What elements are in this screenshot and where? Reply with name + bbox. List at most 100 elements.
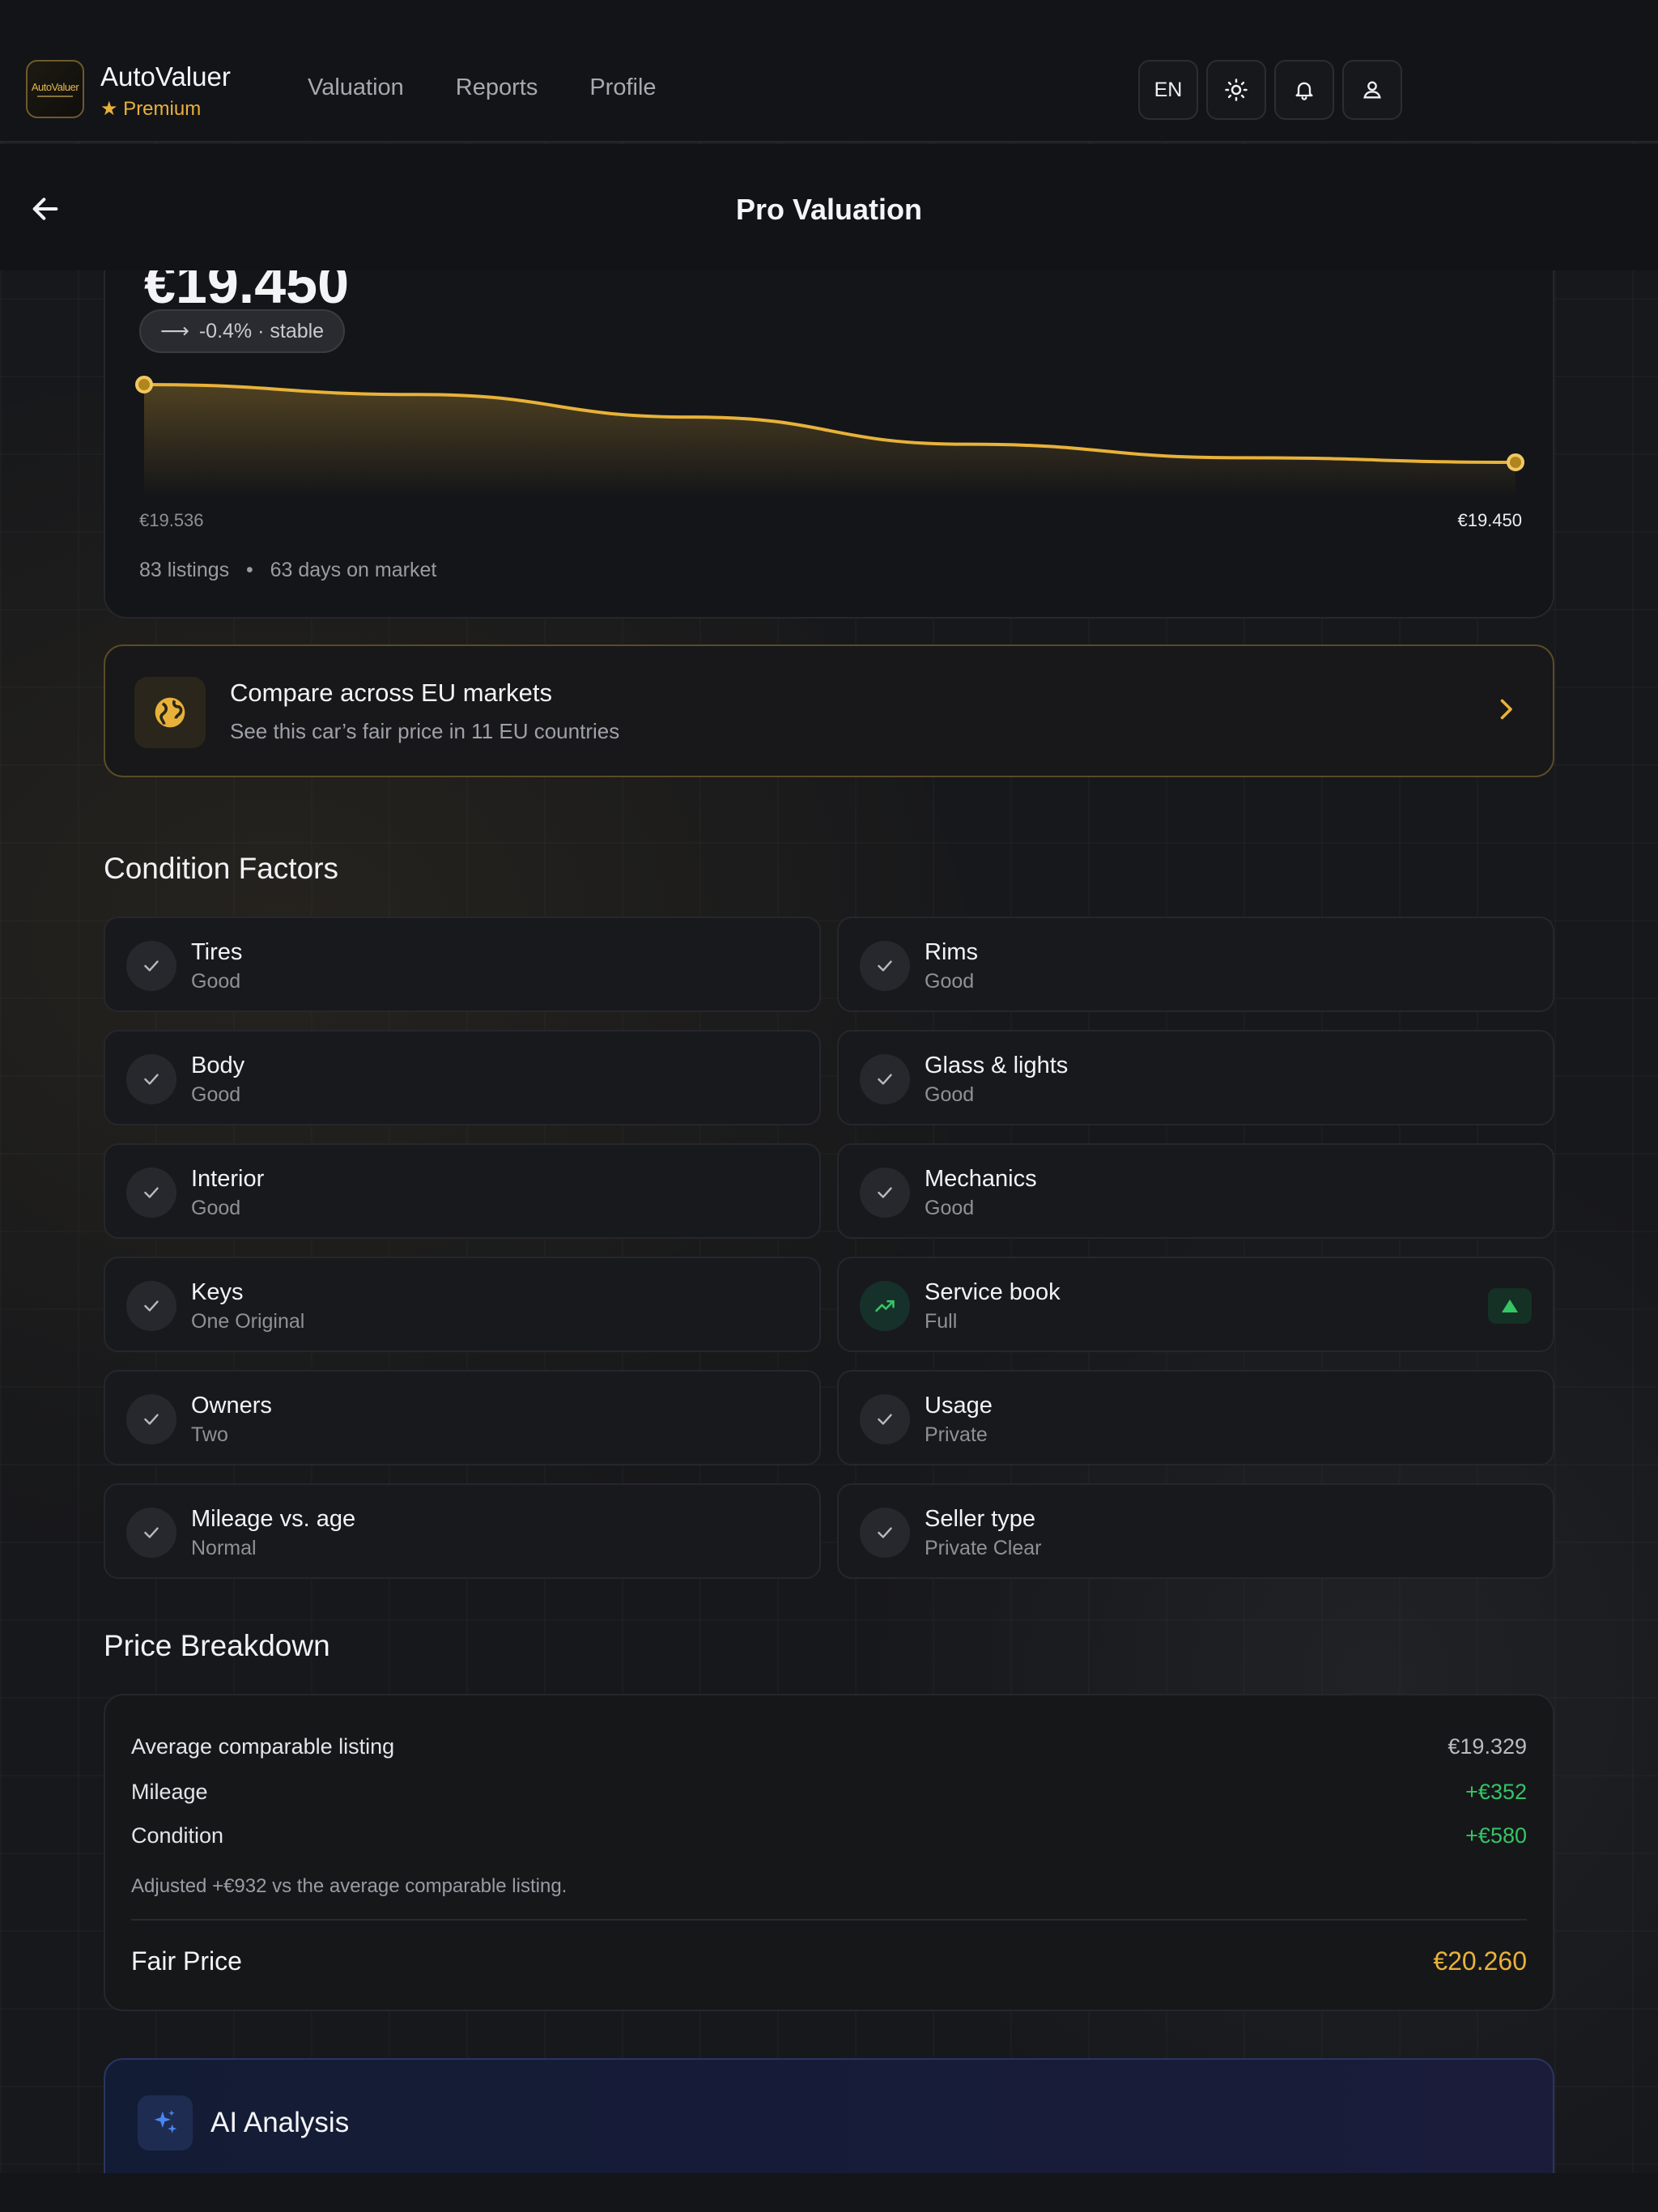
- condition-factor-card: Glass & lights Good: [837, 1030, 1554, 1125]
- condition-factor-value: Good: [925, 970, 975, 993]
- fair-price-value: €20.260: [1433, 1946, 1527, 1976]
- condition-factor-value: Good: [191, 970, 241, 993]
- nav-links: Valuation Reports Profile: [308, 74, 657, 101]
- sun-icon: [1225, 79, 1248, 101]
- price-breakdown-card: Average comparable listing €19.329 Milea…: [104, 1694, 1554, 2011]
- stats-separator: •: [235, 559, 265, 581]
- condition-factor-name: Rims: [925, 939, 979, 965]
- condition-factor-card: Seller type Private Clear: [837, 1483, 1554, 1579]
- price-trend-card: €19.450 ⟶ -0.4% · stable €19.536 €19.450…: [104, 227, 1554, 619]
- condition-factor-value: One Original: [191, 1310, 305, 1333]
- condition-factor-value: Good: [191, 1197, 241, 1219]
- breakdown-row-label: Condition: [131, 1823, 224, 1848]
- condition-factor-name: Tires: [191, 939, 243, 965]
- condition-factor-card: Service book Full: [837, 1257, 1554, 1352]
- condition-factor-name: Keys: [191, 1279, 244, 1305]
- globe-icon: [134, 677, 206, 748]
- condition-factor-card: Usage Private: [837, 1370, 1554, 1465]
- trend-badge: ⟶ -0.4% · stable: [139, 309, 346, 353]
- user-icon: [1363, 81, 1381, 99]
- breakdown-row-value: €19.329: [1448, 1734, 1527, 1759]
- nav-actions: EN: [1138, 60, 1402, 120]
- condition-factor-value: Private: [925, 1423, 988, 1446]
- premium-badge: ★ Premium: [100, 98, 202, 120]
- check-icon: [126, 941, 176, 991]
- breakdown-row: Condition +€580: [131, 1823, 1527, 1848]
- logo-underline: [37, 96, 73, 97]
- condition-factor-value: Full: [925, 1310, 958, 1333]
- condition-factor-card: Tires Good: [104, 917, 821, 1012]
- check-icon: [860, 1394, 910, 1444]
- breakdown-row-label: Mileage: [131, 1780, 208, 1804]
- price-breakdown-title: Price Breakdown: [104, 1629, 330, 1662]
- condition-factor-name: Glass & lights: [925, 1053, 1069, 1078]
- triangle-up-icon: [1488, 1288, 1532, 1324]
- check-icon: [126, 1168, 176, 1218]
- compare-eu-markets-card[interactable]: Compare across EU markets See this car’s…: [104, 644, 1554, 777]
- check-icon: [860, 941, 910, 991]
- condition-factor-name: Mechanics: [925, 1166, 1037, 1192]
- condition-factor-value: Good: [925, 1083, 975, 1106]
- notifications-button[interactable]: [1274, 60, 1334, 120]
- ai-analysis-title: AI Analysis: [210, 2107, 350, 2138]
- language-button[interactable]: EN: [1138, 60, 1198, 120]
- condition-factor-name: Body: [191, 1053, 245, 1078]
- condition-factor-name: Service book: [925, 1279, 1061, 1305]
- breakdown-row-value: +€352: [1465, 1780, 1527, 1804]
- nav-link-profile[interactable]: Profile: [589, 74, 656, 101]
- condition-factor-card: Owners Two: [104, 1370, 821, 1465]
- days-on-market: 63 days on market: [270, 559, 437, 581]
- condition-factor-name: Owners: [191, 1393, 272, 1419]
- page-title: Pro Valuation: [735, 193, 923, 226]
- condition-factor-value: Good: [191, 1083, 241, 1106]
- condition-factor-card: Body Good: [104, 1030, 821, 1125]
- trend-end-point: [1507, 453, 1524, 471]
- trend-start-point: [135, 376, 153, 393]
- theme-toggle-button[interactable]: [1206, 60, 1266, 120]
- nav-link-reports[interactable]: Reports: [456, 74, 538, 101]
- page-header: Pro Valuation: [0, 144, 1658, 270]
- chevron-right-icon: [1500, 699, 1512, 720]
- breakdown-row-value: +€580: [1465, 1823, 1527, 1848]
- bell-icon: [1295, 82, 1313, 100]
- ai-analysis-card[interactable]: AI Analysis: [104, 2058, 1554, 2173]
- condition-factors-title: Condition Factors: [104, 852, 338, 885]
- condition-factor-name: Mileage vs. age: [191, 1506, 356, 1532]
- fair-price-label: Fair Price: [131, 1946, 242, 1976]
- divider: [131, 1919, 1527, 1921]
- condition-factor-card: Mileage vs. age Normal: [104, 1483, 821, 1579]
- check-icon: [126, 1281, 176, 1331]
- condition-factor-card: Rims Good: [837, 917, 1554, 1012]
- app-name: AutoValuer: [100, 62, 231, 91]
- fair-price-row: Fair Price €20.260: [131, 1946, 1527, 1976]
- condition-factor-name: Interior: [191, 1166, 265, 1192]
- check-icon: [126, 1054, 176, 1104]
- arrow-right-icon: ⟶: [160, 320, 189, 342]
- trend-end-label: €19.450: [1457, 510, 1522, 530]
- compare-title: Compare across EU markets: [230, 678, 552, 707]
- sparkles-icon: [138, 2095, 193, 2150]
- price-trend-chart: [135, 376, 1524, 498]
- trend-badge-label: -0.4% · stable: [198, 319, 325, 342]
- bottom-bar: [0, 2173, 1658, 2212]
- breakdown-row-label: Average comparable listing: [131, 1734, 395, 1759]
- condition-factor-value: Good: [925, 1197, 975, 1219]
- condition-factor-value: Normal: [191, 1537, 257, 1559]
- condition-factor-name: Seller type: [925, 1506, 1036, 1532]
- logo-text: AutoValuer: [31, 81, 79, 93]
- check-icon: [126, 1394, 176, 1444]
- condition-factor-value: Two: [191, 1423, 228, 1446]
- app-logo[interactable]: AutoValuer: [26, 60, 84, 118]
- check-icon: [126, 1508, 176, 1558]
- nav-link-valuation[interactable]: Valuation: [308, 74, 404, 101]
- profile-button[interactable]: [1342, 60, 1402, 120]
- check-icon: [860, 1168, 910, 1218]
- market-stats: 83 listings • 63 days on market: [139, 559, 436, 582]
- condition-factor-card: Interior Good: [104, 1143, 821, 1239]
- trending-up-icon: [860, 1281, 910, 1331]
- check-icon: [860, 1508, 910, 1558]
- check-icon: [860, 1054, 910, 1104]
- breakdown-row: Mileage +€352: [131, 1780, 1527, 1805]
- condition-factor-card: Mechanics Good: [837, 1143, 1554, 1239]
- compare-subtitle: See this car’s fair price in 11 EU count…: [230, 719, 620, 743]
